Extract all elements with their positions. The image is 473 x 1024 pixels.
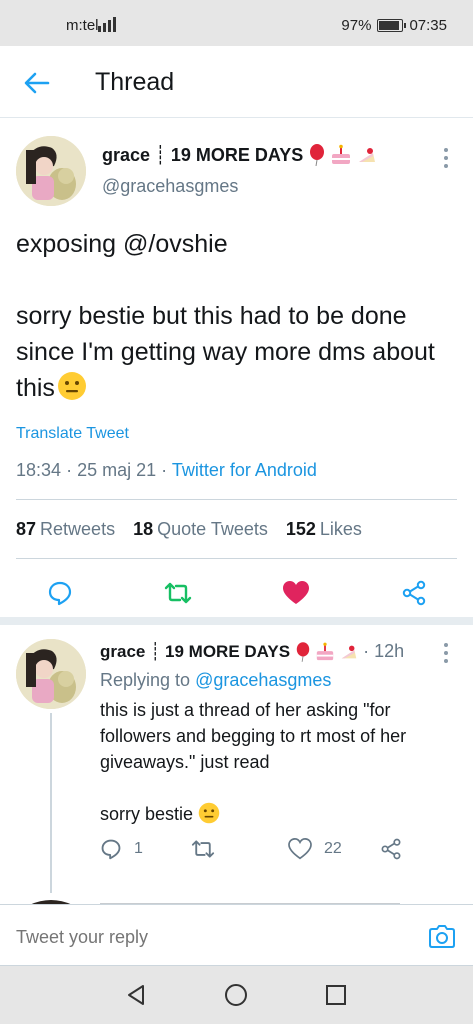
avatar[interactable] <box>16 639 86 709</box>
share-icon <box>402 580 426 606</box>
back-triangle-icon[interactable] <box>124 983 148 1007</box>
arrow-left-icon <box>24 72 50 94</box>
shortcake-icon <box>341 645 357 658</box>
tweet-date: 25 maj 21 <box>77 460 157 480</box>
tweet-actions <box>0 568 473 618</box>
tweet-source-link[interactable]: Twitter for Android <box>172 460 317 480</box>
author-display-name: grace ┊ 19 MORE DAYS <box>102 144 304 165</box>
status-bar: m:tel 97% 07:35 <box>0 0 473 46</box>
section-divider <box>0 617 473 625</box>
retweet-icon <box>164 582 192 604</box>
balloon-icon <box>310 144 325 166</box>
quote-tweets-count: 18 <box>133 519 154 539</box>
avatar-image <box>16 639 86 709</box>
avatar-image <box>16 136 86 206</box>
balloon-icon <box>296 641 310 662</box>
likes-count: 152 <box>285 519 316 539</box>
quote-tweets-label: Quote Tweets <box>157 519 268 539</box>
like-button[interactable]: 22 <box>288 838 342 860</box>
carrier-label: m:tel <box>66 17 99 34</box>
shortcake-icon <box>359 148 376 162</box>
birthday-cake-icon <box>316 642 334 660</box>
author-handle[interactable]: @gracehasgmes <box>102 176 238 197</box>
more-options-button[interactable] <box>439 643 453 663</box>
battery-percent: 97% <box>341 17 372 34</box>
neutral-face-icon <box>198 802 220 824</box>
author-name-row[interactable]: grace ┊ 19 MORE DAYS · 12h <box>100 641 404 662</box>
neutral-face-icon <box>57 372 86 400</box>
reply-tweet[interactable]: grace ┊ 19 MORE DAYS · 12h Replying to @… <box>0 625 473 905</box>
reply-count: 1 <box>134 840 143 857</box>
share-icon <box>381 838 401 860</box>
retweets-stat[interactable]: 87 Retweets <box>16 519 115 540</box>
like-button[interactable] <box>281 578 311 608</box>
battery-icon <box>377 19 407 32</box>
like-icon <box>283 581 309 604</box>
author-display-name: grace ┊ 19 MORE DAYS <box>100 641 291 661</box>
app-header: Thread <box>0 46 473 118</box>
replying-to-label: Replying to <box>100 670 191 690</box>
recents-square-icon[interactable] <box>324 983 348 1007</box>
quote-tweets-stat[interactable]: 18 Quote Tweets <box>133 519 268 540</box>
home-circle-icon[interactable] <box>224 983 248 1007</box>
meta-separator: · <box>66 460 73 480</box>
back-button[interactable] <box>22 68 52 98</box>
share-button[interactable] <box>399 578 429 608</box>
replying-to: Replying to @gracehasgmes <box>100 670 331 691</box>
tweet-time: · 12h <box>363 641 405 661</box>
reply-tweet-actions: 1 22 <box>100 838 420 866</box>
thread-connector <box>50 713 52 893</box>
retweet-button[interactable] <box>163 578 193 608</box>
page-title: Thread <box>95 68 175 96</box>
reply-text: this is just a thread of her asking "for… <box>100 697 450 827</box>
clock: 07:35 <box>409 17 447 34</box>
retweets-count: 87 <box>16 519 37 539</box>
retweet-button[interactable] <box>190 838 216 860</box>
reply-button[interactable] <box>45 578 75 608</box>
engagement-stats: 87 Retweets 18 Quote Tweets 152 Likes <box>16 519 362 540</box>
author-name-row[interactable]: grace ┊ 19 MORE DAYS <box>102 144 378 166</box>
meta-separator: · <box>161 460 168 480</box>
share-button[interactable] <box>380 838 402 860</box>
reply-text-line: this is just a thread of her asking "for… <box>100 700 407 772</box>
retweet-icon <box>191 840 215 858</box>
retweets-label: Retweets <box>40 519 116 539</box>
reply-button[interactable]: 1 <box>100 838 143 860</box>
divider <box>16 499 457 500</box>
tweet-meta: 18:34 · 25 maj 21 · Twitter for Android <box>16 460 317 481</box>
reply-icon <box>101 839 121 860</box>
tweet-text: exposing @/ovshie sorry bestie but this … <box>16 226 456 406</box>
like-outline-icon <box>288 838 312 860</box>
divider <box>16 558 457 559</box>
camera-icon <box>429 925 455 948</box>
avatar[interactable] <box>16 136 86 206</box>
reply-input[interactable] <box>16 927 396 948</box>
translate-tweet-link[interactable]: Translate Tweet <box>16 425 129 443</box>
replying-to-handle[interactable]: @gracehasgmes <box>195 670 331 690</box>
system-nav-bar <box>0 966 473 1024</box>
tweet-time: 18:34 <box>16 460 62 480</box>
like-count: 22 <box>324 840 342 857</box>
tweet-text-line: exposing @/ovshie <box>16 230 228 258</box>
reply-composer <box>0 904 473 966</box>
more-options-button[interactable] <box>439 148 453 168</box>
reply-text-line: sorry bestie <box>100 804 194 824</box>
signal-icon <box>98 17 116 32</box>
camera-button[interactable] <box>427 922 457 952</box>
reply-icon <box>48 581 72 606</box>
likes-label: Likes <box>319 519 362 539</box>
birthday-cake-icon <box>332 144 351 164</box>
likes-stat[interactable]: 152 Likes <box>286 519 362 540</box>
